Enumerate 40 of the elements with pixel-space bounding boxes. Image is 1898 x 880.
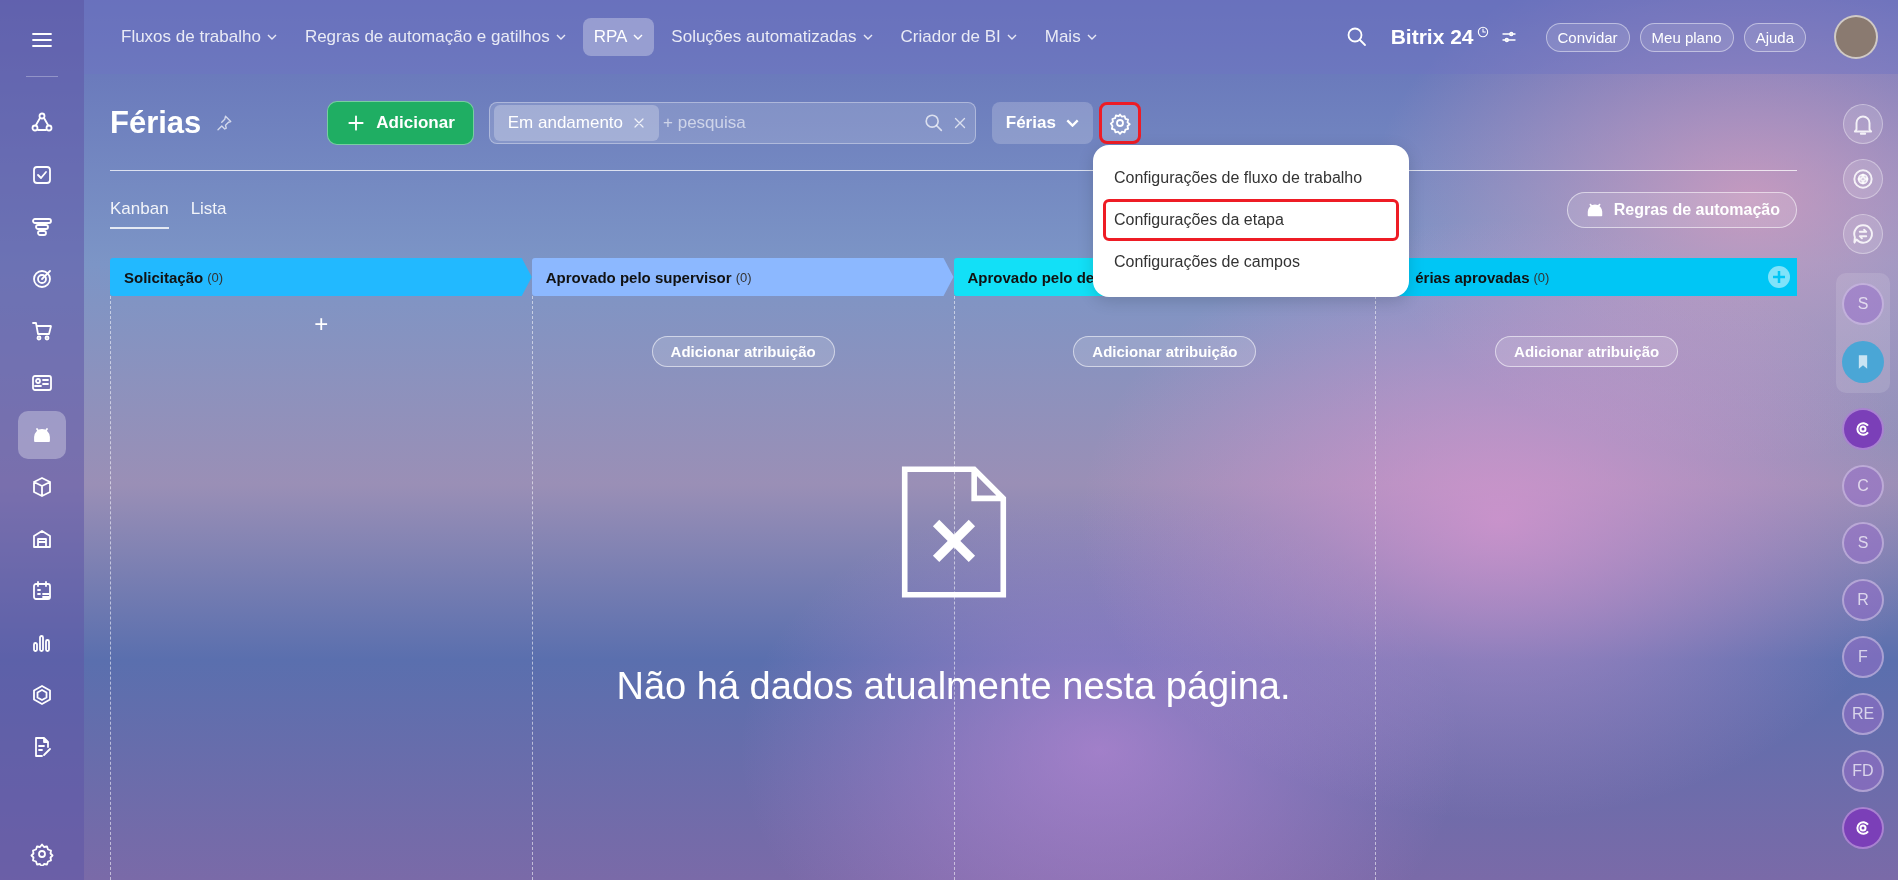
menu-item[interactable]: Configurações da etapa <box>1103 199 1399 241</box>
automation-rules-button[interactable]: Regras de automação <box>1566 192 1797 228</box>
stage-title: Aprovado pelo supervisor <box>545 268 732 286</box>
empty-message: Não há dados atualmente nesta página. <box>616 665 1291 708</box>
chat-avatar[interactable]: S <box>1842 522 1884 564</box>
nav-tab[interactable]: Fluxos de trabalho <box>110 18 288 56</box>
stage-title: Aprovado pelo de <box>967 268 1095 286</box>
nav-tab[interactable]: Criador de BI <box>889 18 1028 56</box>
header-button[interactable]: Ajuda <box>1743 22 1806 52</box>
add-assignment-button[interactable]: Adicionar atribuição <box>1495 336 1679 367</box>
view-tab[interactable]: Lista <box>190 191 227 229</box>
stage-count: (0) <box>1533 269 1550 285</box>
menu-item[interactable]: Configurações de campos <box>1103 241 1399 283</box>
nav-tab[interactable]: Regras de automação e gatilhos <box>293 18 577 56</box>
stage-title: érias aprovadas <box>1415 268 1530 286</box>
stage-count: (0) <box>735 269 752 285</box>
stage-title: Solicitação <box>124 268 204 286</box>
stage-count: (0) <box>207 269 224 285</box>
nav-tab[interactable]: Mais <box>1033 18 1108 56</box>
nav-tab[interactable]: Soluções automatizadas <box>660 18 884 56</box>
menu-item[interactable]: Configurações de fluxo de trabalho <box>1103 157 1399 199</box>
pipeline-dropdown[interactable]: Férias <box>991 102 1093 144</box>
nav-tab[interactable]: RPA <box>582 18 655 56</box>
add-card-plus[interactable]: + <box>314 312 329 336</box>
page-title: Férias <box>110 105 202 141</box>
add-assignment-button[interactable]: Adicionar atribuição <box>651 336 835 367</box>
chat-avatar[interactable]: R <box>1842 579 1884 621</box>
filter-tag[interactable]: Em andamento <box>493 105 660 141</box>
view-tab[interactable]: Kanban <box>110 191 169 229</box>
header-button[interactable]: Convidar <box>1545 22 1630 52</box>
logo[interactable]: Bitrix 24 <box>1390 25 1474 49</box>
chat-avatar[interactable]: C <box>1842 465 1884 507</box>
chat-avatar[interactable]: S <box>1842 283 1884 325</box>
search-field[interactable]: Em andamento + pesquisa <box>488 102 976 144</box>
chat-avatar[interactable]: F <box>1842 636 1884 678</box>
add-assignment-button[interactable]: Adicionar atribuição <box>1073 336 1257 367</box>
add-button[interactable]: Adicionar <box>327 101 474 145</box>
header-button[interactable]: Meu plano <box>1639 22 1734 52</box>
chat-avatar[interactable]: RE <box>1842 693 1884 735</box>
chat-avatar[interactable]: FD <box>1842 750 1884 792</box>
